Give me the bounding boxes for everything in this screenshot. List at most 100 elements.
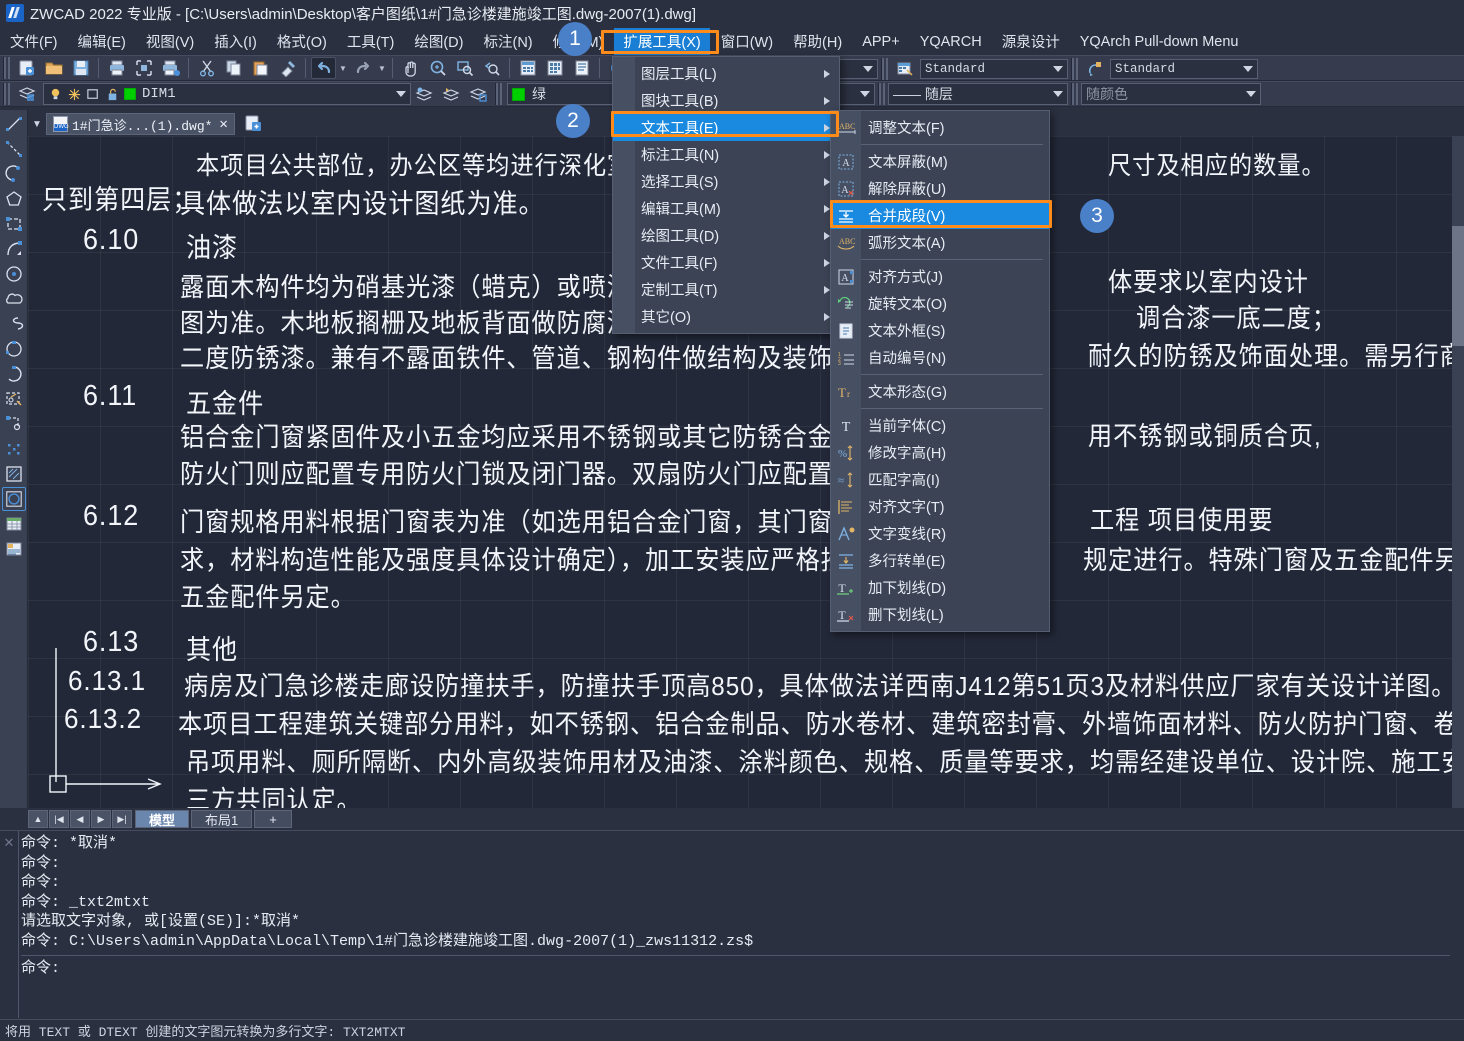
drawing-text-line[interactable]: 尺寸及相应的数量。 xyxy=(1108,146,1326,182)
construction-line-icon[interactable] xyxy=(2,137,26,161)
toolbar-grip[interactable] xyxy=(1071,83,1078,105)
extend-menu-item-3[interactable]: 标注工具(N) xyxy=(613,141,839,168)
menu-item-11[interactable]: 帮助(H) xyxy=(784,28,851,55)
menu-item-0[interactable]: 文件(F) xyxy=(1,28,67,55)
table-icon[interactable] xyxy=(2,512,26,536)
text-menu-item-7[interactable]: 文本外框(S) xyxy=(831,317,1049,344)
line-icon[interactable] xyxy=(2,112,26,136)
drawing-text-line[interactable]: 耐久的防锈及饰面处理。需另行商定。 xyxy=(1088,336,1464,373)
extend-menu-item-6[interactable]: 绘图工具(D) xyxy=(613,222,839,249)
menu-item-6[interactable]: 绘图(D) xyxy=(405,28,472,55)
insert-block-icon[interactable] xyxy=(2,387,26,411)
menu-item-4[interactable]: 格式(O) xyxy=(268,28,336,55)
menu-item-9[interactable]: 扩展工具(X) xyxy=(614,28,710,55)
drawing-text-line[interactable]: 用不锈钢或铜质合页, xyxy=(1088,416,1322,453)
drawing-text-line[interactable]: 吊项用料、厕所隔断、内外高级装饰用材及油漆、涂料颜色、规格、质量等要求，均需经建… xyxy=(186,742,1464,779)
command-input-prompt[interactable]: 命令: xyxy=(21,959,1464,979)
text-menu-item-16[interactable]: T 加下划线(D) xyxy=(831,574,1049,601)
drawing-text-line[interactable]: 防火门则应配置专用防火门锁及闭门器。双扇防火门应配置顺序器 xyxy=(180,454,908,491)
zoom-previous-icon[interactable] xyxy=(479,57,504,79)
extend-menu-item-4[interactable]: 选择工具(S) xyxy=(613,168,839,195)
text-menu-item-9[interactable]: Tr 文本形态(G) xyxy=(831,378,1049,405)
layer-properties-icon[interactable] xyxy=(14,83,39,105)
extend-menu-item-1[interactable]: 图块工具(B) xyxy=(613,87,839,114)
new-file-icon[interactable] xyxy=(14,57,39,79)
text-menu-item-8[interactable]: 1 2 3 自动编号(N) xyxy=(831,344,1049,371)
properties-icon[interactable] xyxy=(515,57,540,79)
drawing-text-line[interactable]: 体要求以室内设计 xyxy=(1108,262,1309,299)
menu-item-13[interactable]: YQARCH xyxy=(911,31,991,53)
document-tab[interactable]: DWG 1#门急诊...(1).dwg* ✕ xyxy=(46,113,235,135)
model-tab-0[interactable]: 模型 xyxy=(135,810,190,828)
ellipse-icon[interactable] xyxy=(2,337,26,361)
text-menu-item-13[interactable]: 对齐文字(T) xyxy=(831,493,1049,520)
text-style-combo[interactable]: Standard xyxy=(1110,59,1258,79)
drawing-text-line[interactable]: 二度防锈漆。兼有不露面铁件、管道、钢构件做结构及装饰作用的 xyxy=(180,338,908,375)
region-icon[interactable] xyxy=(1,487,26,511)
arc-icon[interactable] xyxy=(2,237,26,261)
make-block-icon[interactable] xyxy=(2,412,26,436)
text-menu-item-5[interactable]: A 对齐方式(J) xyxy=(831,263,1049,290)
toolbar-grip[interactable] xyxy=(1071,58,1078,80)
rectangle-icon[interactable] xyxy=(2,212,26,236)
text-menu-item-11[interactable]: % 修改字高(H) xyxy=(831,439,1049,466)
dimension-style-combo[interactable]: Standard xyxy=(920,59,1068,79)
toolbar-grip[interactable] xyxy=(3,57,10,79)
copy-icon[interactable] xyxy=(221,57,246,79)
print-preview-icon[interactable] xyxy=(131,57,156,79)
model-tab-nav-4[interactable]: ▶| xyxy=(112,810,132,828)
menu-item-10[interactable]: 窗口(W) xyxy=(712,28,782,55)
menu-item-14[interactable]: 源泉设计 xyxy=(993,28,1069,55)
text-menu-item-6[interactable]: 旋转文本(O) xyxy=(831,290,1049,317)
text-menu-item-17[interactable]: T 删下划线(L) xyxy=(831,601,1049,628)
menu-item-7[interactable]: 标注(N) xyxy=(474,28,541,55)
add-layout-button[interactable]: + xyxy=(254,810,292,828)
extend-menu-item-5[interactable]: 编辑工具(M) xyxy=(613,195,839,222)
menu-item-3[interactable]: 插入(I) xyxy=(205,28,266,55)
toolbar-grip[interactable] xyxy=(495,83,502,105)
drawing-text-line[interactable]: 调合漆一底二度； xyxy=(1136,298,1337,335)
pan-icon[interactable] xyxy=(398,57,423,79)
text-style-icon[interactable] xyxy=(1082,58,1107,80)
text-menu-item-1[interactable]: A 文本屏蔽(M) xyxy=(831,148,1049,175)
spline-icon[interactable] xyxy=(2,312,26,336)
layer-states-icon[interactable] xyxy=(466,83,491,105)
drawing-text-line[interactable]: 病房及门急诊楼走廊设防撞扶手，防撞扶手顶高850，具体做法详西南J412第51页… xyxy=(184,666,1456,703)
text-menu-item-12[interactable]: ≈ 匹配字高(I) xyxy=(831,466,1049,493)
lineweight-combo[interactable]: 随颜色 xyxy=(1081,83,1261,105)
text-menu-item-2[interactable]: A 解除屏蔽(U) xyxy=(831,175,1049,202)
text-menu-item-14[interactable]: 文字变线(R) xyxy=(831,520,1049,547)
text-menu-item-10[interactable]: T 当前字体(C) xyxy=(831,412,1049,439)
menu-item-15[interactable]: YQArch Pull-down Menu xyxy=(1071,31,1248,53)
layer-combo[interactable]: DIM1 xyxy=(43,83,411,105)
toolbar-grip[interactable] xyxy=(881,58,888,80)
drawing-text-line[interactable]: 本项目工程建筑关键部分用料，如不锈钢、铝合金制品、防水卷材、建筑密封膏、外墙饰面… xyxy=(178,704,1464,741)
menu-item-5[interactable]: 工具(T) xyxy=(338,28,404,55)
menu-item-1[interactable]: 编辑(E) xyxy=(69,28,135,55)
model-tab-nav-2[interactable]: ◀ xyxy=(70,810,90,828)
redo-dropdown-icon[interactable]: ▼ xyxy=(376,57,388,79)
extend-menu-item-0[interactable]: 图层工具(L) xyxy=(613,60,839,87)
model-tab-1[interactable]: 布局1 xyxy=(191,810,253,828)
ellipse-arc-icon[interactable] xyxy=(2,362,26,386)
undo-icon[interactable] xyxy=(311,57,336,79)
hatch-icon[interactable] xyxy=(2,462,26,486)
text-menu-item-15[interactable]: 多行转单(E) xyxy=(831,547,1049,574)
model-tab-nav-1[interactable]: |◀ xyxy=(49,810,69,828)
drawing-text-line[interactable]: 工程 项目使用要 xyxy=(1090,500,1273,537)
extend-menu-item-2[interactable]: 文本工具(E) xyxy=(613,114,839,141)
canvas-scroll-thumb[interactable] xyxy=(1452,226,1464,346)
drawing-text-line[interactable]: 铝合金门窗紧固件及小五金均应采用不锈钢或其它防锈合金材料。 xyxy=(180,417,908,454)
design-center-icon[interactable] xyxy=(542,57,567,79)
layer-restore-icon[interactable] xyxy=(439,83,464,105)
text-menu-item-4[interactable]: ABC 弧形文本(A) xyxy=(831,229,1049,256)
polygon-icon[interactable] xyxy=(2,187,26,211)
extend-menu-item-8[interactable]: 定制工具(T) xyxy=(613,276,839,303)
document-tab-menu-icon[interactable]: ▼ xyxy=(28,113,46,135)
polyline-icon[interactable] xyxy=(2,162,26,186)
model-tab-nav-3[interactable]: ▶ xyxy=(91,810,111,828)
zoom-window-icon[interactable] xyxy=(452,57,477,79)
cut-icon[interactable] xyxy=(194,57,219,79)
print-icon[interactable] xyxy=(104,57,129,79)
dimension-style-icon[interactable] xyxy=(892,58,917,80)
